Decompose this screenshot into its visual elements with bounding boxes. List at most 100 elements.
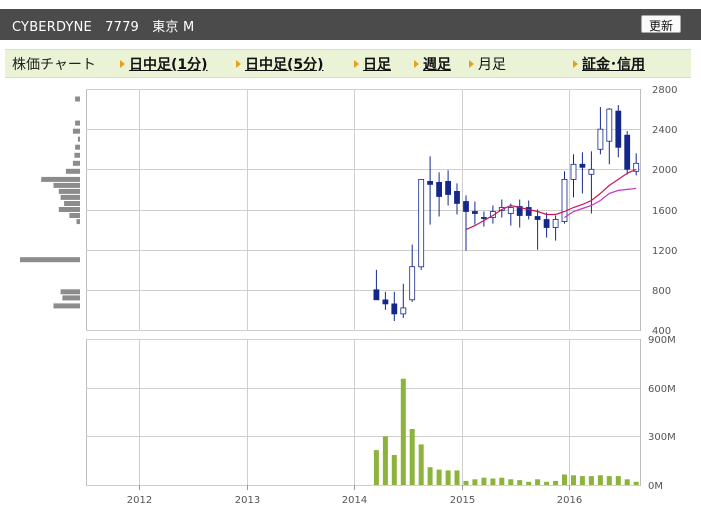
volume-bar xyxy=(597,475,603,485)
candle xyxy=(633,153,640,176)
candle xyxy=(427,156,434,225)
candle xyxy=(463,195,469,251)
candle xyxy=(471,201,478,225)
candle xyxy=(606,108,613,165)
candle xyxy=(570,154,577,198)
candle xyxy=(373,269,380,301)
x-tick-label: 2014 xyxy=(342,495,367,506)
volume-profile-bar xyxy=(75,120,80,126)
candle-body xyxy=(391,303,398,315)
candle-body xyxy=(588,168,595,175)
candle xyxy=(534,209,541,250)
volume-bar xyxy=(409,429,415,485)
volume-profile-bar xyxy=(53,182,80,188)
candle-body xyxy=(445,180,452,195)
volume-bar xyxy=(490,478,496,485)
candle-body xyxy=(507,207,514,214)
price-tick-label: 800 xyxy=(652,286,671,297)
candle xyxy=(615,105,622,158)
x-tick-label: 2013 xyxy=(235,495,260,506)
volume-profile-bar xyxy=(64,201,80,206)
candle xyxy=(624,131,631,175)
price-tick-label: 2000 xyxy=(652,165,677,176)
volume-bar xyxy=(517,480,523,485)
volume-bar xyxy=(588,476,594,485)
volume-bar xyxy=(481,477,487,485)
candle-body xyxy=(606,108,613,142)
price-tick-label: 1600 xyxy=(652,206,677,217)
candle-body xyxy=(427,180,434,185)
volume-profile-bar xyxy=(74,152,80,158)
volume-profile-bar xyxy=(41,176,80,182)
candle-body xyxy=(471,211,478,214)
candle xyxy=(436,172,443,217)
volume-bar xyxy=(553,480,559,485)
candle-body xyxy=(409,266,416,301)
volume-bar xyxy=(436,469,442,485)
volume-bar xyxy=(454,470,460,485)
volume-profile-bar xyxy=(60,194,80,200)
volume-profile-bar xyxy=(62,295,80,301)
volume-bar xyxy=(571,475,576,485)
candle-body xyxy=(454,190,460,204)
candle xyxy=(543,212,550,238)
volume-profile-bar xyxy=(77,136,80,142)
candle-body xyxy=(480,217,487,219)
volume-bar xyxy=(445,470,451,485)
candle xyxy=(454,183,460,215)
candle-body xyxy=(579,163,586,168)
volume-profile-bar xyxy=(20,257,80,263)
candle xyxy=(552,215,559,241)
candle xyxy=(418,178,425,270)
candle-body xyxy=(373,289,380,301)
volume-profile-bar xyxy=(75,144,80,150)
candle-body xyxy=(570,163,577,180)
volume-panel-frame xyxy=(86,339,641,486)
candle-body xyxy=(624,134,631,170)
candle-body xyxy=(400,307,407,315)
volume-tick-label: 300M xyxy=(648,432,676,443)
volume-bar xyxy=(526,481,532,485)
stock-chart: 400800120016002000240028000M300M600M900M… xyxy=(20,85,677,506)
volume-bar xyxy=(508,479,514,485)
candle-body xyxy=(561,178,568,222)
candle xyxy=(382,291,389,310)
volume-bar xyxy=(373,450,379,485)
candle-body xyxy=(552,219,559,228)
volume-profile-bar xyxy=(75,96,80,102)
volume-bar xyxy=(472,479,478,485)
price-tick-label: 2800 xyxy=(652,85,677,96)
volume-bar xyxy=(544,481,550,485)
candle xyxy=(597,107,604,155)
price-tick-label: 2400 xyxy=(652,125,677,136)
volume-profile-bar xyxy=(60,289,80,295)
volume-bar xyxy=(427,467,433,485)
x-tick-label: 2016 xyxy=(557,495,582,506)
volume-bar xyxy=(579,476,585,485)
moving-average-short-line xyxy=(465,168,637,231)
volume-profile-bar xyxy=(65,168,80,174)
volume-profile-bar xyxy=(53,303,80,309)
volume-tick-label: 900M xyxy=(648,335,676,346)
volume-tick-label: 600M xyxy=(648,384,676,395)
volume-tick-label: 0M xyxy=(648,481,663,492)
volume-bar xyxy=(418,444,424,485)
volume-bar xyxy=(615,476,621,485)
candle-body xyxy=(543,219,550,228)
volume-profile-bar xyxy=(69,213,80,218)
volume-profile-bar xyxy=(72,160,80,166)
volume-bar xyxy=(382,436,388,485)
volume-profile-bar xyxy=(76,219,80,225)
volume-bar xyxy=(633,481,639,485)
candle-body xyxy=(615,110,622,148)
candle-body xyxy=(597,128,604,150)
x-tick-label: 2015 xyxy=(450,495,475,506)
volume-bar xyxy=(391,455,397,485)
candle-body xyxy=(382,299,389,305)
candle xyxy=(400,283,407,318)
volume-profile-bar xyxy=(58,207,80,212)
volume-bar xyxy=(499,477,505,485)
candle xyxy=(391,291,398,321)
volume-bar xyxy=(562,474,567,485)
volume-profile-bar xyxy=(72,128,80,134)
